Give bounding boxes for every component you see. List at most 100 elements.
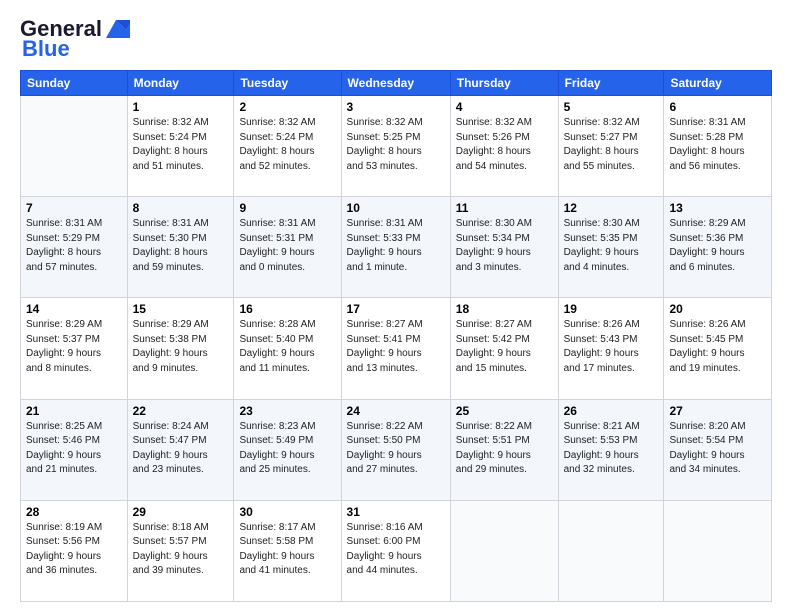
calendar-cell: 4 Sunrise: 8:32 AM Sunset: 5:26 PM Daylig…: [450, 96, 558, 197]
day-info: Sunrise: 8:21 AM Sunset: 5:53 PM Dayligh…: [564, 420, 659, 478]
day-info: Sunrise: 8:22 AM Sunset: 5:51 PM Dayligh…: [456, 420, 553, 478]
day-number: 30: [239, 505, 335, 519]
day-number: 2: [239, 100, 335, 114]
calendar-cell: 6 Sunrise: 8:31 AM Sunset: 5:28 PM Daylig…: [664, 96, 772, 197]
logo: General Blue: [20, 16, 130, 62]
day-number: 8: [133, 201, 229, 215]
weekday-header: Friday: [558, 71, 664, 96]
day-number: 20: [669, 302, 766, 316]
day-number: 5: [564, 100, 659, 114]
page: General Blue SundayMondayTuesdayWednesda…: [0, 0, 792, 612]
calendar-cell: 10Sunrise: 8:31 AM Sunset: 5:33 PM Dayli…: [341, 197, 450, 298]
day-number: 19: [564, 302, 659, 316]
day-info: Sunrise: 8:32 AM Sunset: 5:25 PM Dayligh…: [347, 116, 445, 174]
calendar-cell: [450, 500, 558, 601]
calendar-cell: 12 Sunrise: 8:30 AM Sunset: 5:35 PM Dayli…: [558, 197, 664, 298]
calendar-cell: 21 Sunrise: 8:25 AM Sunset: 5:46 PM Dayli…: [21, 399, 128, 500]
calendar-cell: 23 Sunrise: 8:23 AM Sunset: 5:49 PM Dayli…: [234, 399, 341, 500]
calendar-cell: 24 Sunrise: 8:22 AM Sunset: 5:50 PM Dayli…: [341, 399, 450, 500]
day-number: 23: [239, 404, 335, 418]
day-number: 25: [456, 404, 553, 418]
calendar-cell: 13 Sunrise: 8:29 AM Sunset: 5:36 PM Dayli…: [664, 197, 772, 298]
day-info: Sunrise: 8:16 AM Sunset: 6:00 PM Dayligh…: [347, 521, 445, 579]
day-number: 28: [26, 505, 122, 519]
calendar-cell: 17Sunrise: 8:27 AM Sunset: 5:41 PM Dayli…: [341, 298, 450, 399]
day-info: Sunrise: 8:31 AM Sunset: 5:28 PM Dayligh…: [669, 116, 766, 174]
calendar-cell: 8 Sunrise: 8:31 AM Sunset: 5:30 PM Daylig…: [127, 197, 234, 298]
calendar-cell: 31 Sunrise: 8:16 AM Sunset: 6:00 PM Dayli…: [341, 500, 450, 601]
weekday-header: Saturday: [664, 71, 772, 96]
calendar-cell: 3 Sunrise: 8:32 AM Sunset: 5:25 PM Daylig…: [341, 96, 450, 197]
day-info: Sunrise: 8:22 AM Sunset: 5:50 PM Dayligh…: [347, 420, 445, 478]
day-number: 24: [347, 404, 445, 418]
calendar-cell: 25 Sunrise: 8:22 AM Sunset: 5:51 PM Dayli…: [450, 399, 558, 500]
day-info: Sunrise: 8:29 AM Sunset: 5:38 PM Dayligh…: [133, 318, 229, 376]
day-info: Sunrise: 8:25 AM Sunset: 5:46 PM Dayligh…: [26, 420, 122, 478]
calendar-cell: 20 Sunrise: 8:26 AM Sunset: 5:45 PM Dayli…: [664, 298, 772, 399]
day-info: Sunrise: 8:27 AM Sunset: 5:41 PM Dayligh…: [347, 318, 445, 376]
day-number: 12: [564, 201, 659, 215]
day-number: 22: [133, 404, 229, 418]
day-info: Sunrise: 8:31 AM Sunset: 5:29 PM Dayligh…: [26, 217, 122, 275]
calendar-cell: 14 Sunrise: 8:29 AM Sunset: 5:37 PM Dayli…: [21, 298, 128, 399]
day-info: Sunrise: 8:20 AM Sunset: 5:54 PM Dayligh…: [669, 420, 766, 478]
calendar-cell: 18 Sunrise: 8:27 AM Sunset: 5:42 PM Dayli…: [450, 298, 558, 399]
calendar-table: SundayMondayTuesdayWednesdayThursdayFrid…: [20, 70, 772, 602]
day-info: Sunrise: 8:24 AM Sunset: 5:47 PM Dayligh…: [133, 420, 229, 478]
day-number: 15: [133, 302, 229, 316]
day-number: 4: [456, 100, 553, 114]
day-number: 9: [239, 201, 335, 215]
calendar-cell: [558, 500, 664, 601]
weekday-header: Thursday: [450, 71, 558, 96]
calendar-cell: [21, 96, 128, 197]
day-number: 3: [347, 100, 445, 114]
day-info: Sunrise: 8:26 AM Sunset: 5:43 PM Dayligh…: [564, 318, 659, 376]
day-info: Sunrise: 8:19 AM Sunset: 5:56 PM Dayligh…: [26, 521, 122, 579]
day-number: 1: [133, 100, 229, 114]
weekday-header: Sunday: [21, 71, 128, 96]
calendar-cell: 28 Sunrise: 8:19 AM Sunset: 5:56 PM Dayli…: [21, 500, 128, 601]
calendar-cell: 22 Sunrise: 8:24 AM Sunset: 5:47 PM Dayli…: [127, 399, 234, 500]
calendar-cell: 26 Sunrise: 8:21 AM Sunset: 5:53 PM Dayli…: [558, 399, 664, 500]
day-info: Sunrise: 8:30 AM Sunset: 5:35 PM Dayligh…: [564, 217, 659, 275]
day-info: Sunrise: 8:27 AM Sunset: 5:42 PM Dayligh…: [456, 318, 553, 376]
calendar-cell: 19 Sunrise: 8:26 AM Sunset: 5:43 PM Dayli…: [558, 298, 664, 399]
day-info: Sunrise: 8:26 AM Sunset: 5:45 PM Dayligh…: [669, 318, 766, 376]
day-number: 18: [456, 302, 553, 316]
day-info: Sunrise: 8:29 AM Sunset: 5:36 PM Dayligh…: [669, 217, 766, 275]
day-info: Sunrise: 8:17 AM Sunset: 5:58 PM Dayligh…: [239, 521, 335, 579]
calendar-cell: 29Sunrise: 8:18 AM Sunset: 5:57 PM Dayli…: [127, 500, 234, 601]
day-info: Sunrise: 8:32 AM Sunset: 5:27 PM Dayligh…: [564, 116, 659, 174]
day-number: 7: [26, 201, 122, 215]
day-info: Sunrise: 8:32 AM Sunset: 5:26 PM Dayligh…: [456, 116, 553, 174]
day-info: Sunrise: 8:23 AM Sunset: 5:49 PM Dayligh…: [239, 420, 335, 478]
day-number: 13: [669, 201, 766, 215]
day-number: 11: [456, 201, 553, 215]
weekday-header: Monday: [127, 71, 234, 96]
calendar-cell: 16Sunrise: 8:28 AM Sunset: 5:40 PM Dayli…: [234, 298, 341, 399]
calendar-cell: 1 Sunrise: 8:32 AM Sunset: 5:24 PM Daylig…: [127, 96, 234, 197]
logo-blue: Blue: [20, 36, 70, 62]
weekday-header: Wednesday: [341, 71, 450, 96]
day-info: Sunrise: 8:31 AM Sunset: 5:33 PM Dayligh…: [347, 217, 445, 275]
day-number: 26: [564, 404, 659, 418]
calendar-cell: 5 Sunrise: 8:32 AM Sunset: 5:27 PM Daylig…: [558, 96, 664, 197]
calendar-cell: [664, 500, 772, 601]
day-number: 16: [239, 302, 335, 316]
calendar-cell: 2Sunrise: 8:32 AM Sunset: 5:24 PM Daylig…: [234, 96, 341, 197]
logo-icon: [102, 16, 130, 42]
day-number: 31: [347, 505, 445, 519]
header: General Blue: [20, 16, 772, 62]
day-info: Sunrise: 8:29 AM Sunset: 5:37 PM Dayligh…: [26, 318, 122, 376]
day-number: 21: [26, 404, 122, 418]
calendar-cell: 27Sunrise: 8:20 AM Sunset: 5:54 PM Dayli…: [664, 399, 772, 500]
day-number: 6: [669, 100, 766, 114]
day-info: Sunrise: 8:31 AM Sunset: 5:30 PM Dayligh…: [133, 217, 229, 275]
calendar-cell: 15 Sunrise: 8:29 AM Sunset: 5:38 PM Dayli…: [127, 298, 234, 399]
day-info: Sunrise: 8:32 AM Sunset: 5:24 PM Dayligh…: [133, 116, 229, 174]
day-info: Sunrise: 8:30 AM Sunset: 5:34 PM Dayligh…: [456, 217, 553, 275]
day-info: Sunrise: 8:18 AM Sunset: 5:57 PM Dayligh…: [133, 521, 229, 579]
calendar-cell: 7 Sunrise: 8:31 AM Sunset: 5:29 PM Daylig…: [21, 197, 128, 298]
calendar-cell: 9Sunrise: 8:31 AM Sunset: 5:31 PM Daylig…: [234, 197, 341, 298]
day-number: 14: [26, 302, 122, 316]
